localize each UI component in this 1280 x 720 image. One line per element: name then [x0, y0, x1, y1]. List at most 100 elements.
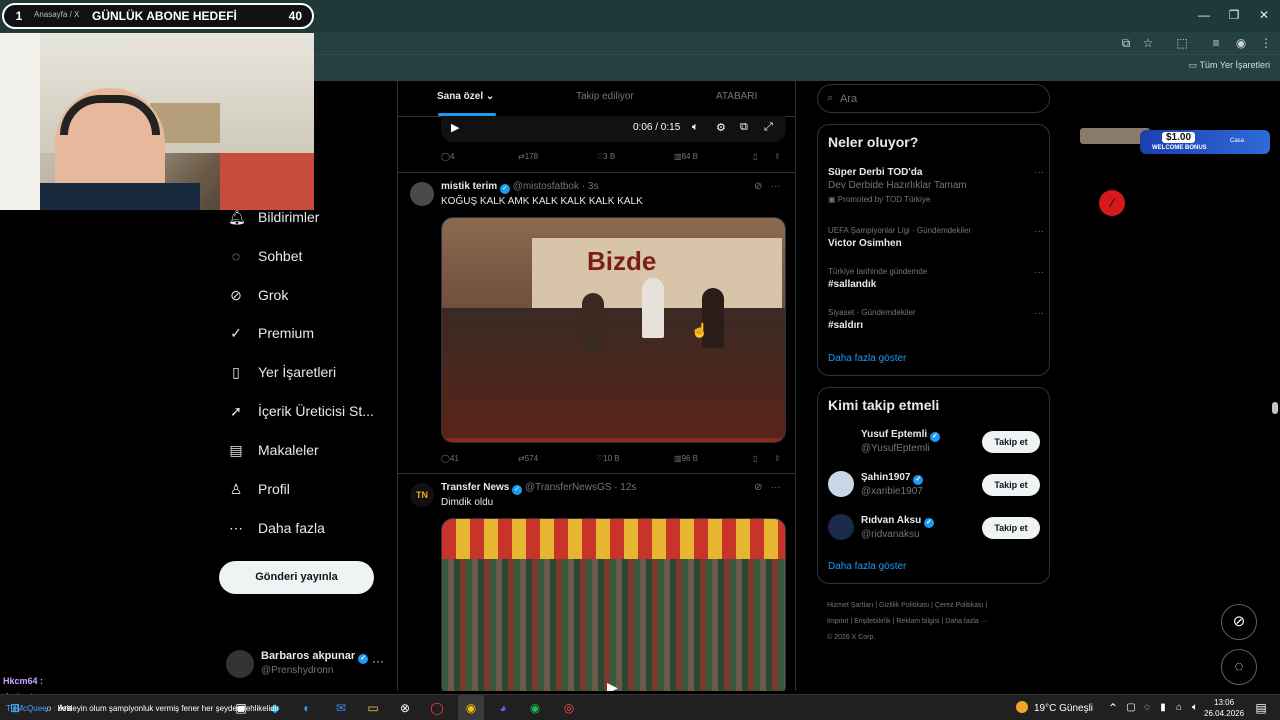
- nav-label: İçerik Üreticisi St...: [258, 403, 374, 419]
- follow-suggestion[interactable]: Yusuf Eptemli ✓ @YusufEptemli Takip et: [828, 428, 1040, 456]
- reply-button[interactable]: ◯ 41: [441, 454, 459, 463]
- bookmark-icon[interactable]: ▯: [753, 152, 757, 161]
- repost-button[interactable]: ⇄ 574: [518, 454, 538, 463]
- nav-more[interactable]: ⋯ Daha fazla: [228, 516, 325, 540]
- discord-icon[interactable]: ◕: [494, 700, 512, 716]
- star-icon[interactable]: ☆: [1140, 35, 1156, 51]
- more-icon[interactable]: ···: [372, 654, 384, 668]
- tweet-time[interactable]: · 3s: [582, 181, 599, 192]
- nav-notifications[interactable]: 🔔︎ Bildirimler: [228, 205, 319, 229]
- bookmark-icon[interactable]: ▯: [753, 454, 757, 463]
- trend-item[interactable]: Süper Derbi TOD'da Dev Derbide Hazırlıkl…: [828, 167, 1044, 204]
- video-player[interactable]: ▶ 0:06 / 0:15 🔈︎ ⚙ ⧉ ⤢: [441, 116, 786, 142]
- account-switcher[interactable]: Barbaros akpunar ✓ @Prenshydronn ···: [226, 648, 386, 682]
- opera-icon[interactable]: ◯: [428, 700, 446, 716]
- follow-suggestion[interactable]: Rıdvan Aksu ✓ @ridvanaksu Takip et: [828, 514, 1040, 542]
- clock[interactable]: 13:06 26.04.2026: [1204, 697, 1244, 719]
- follow-button[interactable]: Takip et: [982, 474, 1040, 496]
- like-button[interactable]: ♡ 3 B: [596, 152, 615, 161]
- close-icon[interactable]: ✕: [1254, 6, 1274, 24]
- like-button[interactable]: ♡ 10 B: [596, 454, 620, 463]
- grok-icon[interactable]: ⊘: [754, 482, 762, 493]
- restore-icon[interactable]: ❐: [1224, 6, 1244, 24]
- more-icon[interactable]: ···: [771, 482, 781, 493]
- tweet-video[interactable]: ▶: [441, 518, 786, 691]
- show-more-link[interactable]: Daha fazla göster: [828, 353, 906, 364]
- volume-icon[interactable]: 🔈︎: [1186, 700, 1204, 716]
- views-button[interactable]: ▥ 84 B: [674, 152, 698, 161]
- play-icon[interactable]: ▶: [607, 679, 618, 691]
- share-icon[interactable]: ⇪: [774, 152, 781, 161]
- more-icon[interactable]: ···: [1034, 226, 1044, 237]
- menu-icon[interactable]: ⋮: [1258, 35, 1274, 51]
- suggestion-name-row: Şahin1907 ✓: [861, 472, 924, 485]
- more-icon[interactable]: ···: [771, 181, 781, 192]
- more-icon[interactable]: ···: [1034, 308, 1044, 319]
- avatar[interactable]: [410, 182, 434, 206]
- tweet-handle[interactable]: @TransferNewsGS: [525, 482, 611, 493]
- install-icon[interactable]: ⧉: [1118, 35, 1134, 51]
- more-icon[interactable]: ···: [1034, 267, 1044, 278]
- nav-grok[interactable]: ⊘ Grok: [228, 283, 288, 307]
- trend-item[interactable]: Türkiye tarihinde gündemde #sallandık ··…: [828, 267, 1044, 290]
- tweet-time[interactable]: · 12s: [614, 482, 636, 493]
- extensions-icon[interactable]: ⬚: [1174, 35, 1190, 51]
- spotify-icon[interactable]: ◉: [526, 700, 544, 716]
- play-icon[interactable]: ▶: [451, 121, 459, 134]
- nav-creator-studio[interactable]: ➚ İçerik Üreticisi St...: [228, 399, 374, 423]
- show-more-link[interactable]: Daha fazla göster: [828, 561, 906, 572]
- reply-button[interactable]: ◯ 4: [441, 152, 454, 161]
- follow-suggestion[interactable]: Şahin1907 ✓ @xaribie1907 Takip et: [828, 471, 1040, 499]
- post-button[interactable]: Gönderi yayınla: [219, 561, 374, 594]
- follow-button[interactable]: Takip et: [982, 431, 1040, 453]
- tweet-handle[interactable]: @mistosfatbok: [513, 181, 579, 192]
- tweet-author[interactable]: Transfer News: [441, 482, 509, 493]
- grok-icon[interactable]: ⊘: [754, 181, 762, 192]
- trend-title: Victor Osimhen: [828, 238, 902, 249]
- chevron-up-icon[interactable]: ⌃: [1104, 700, 1122, 716]
- weather-widget[interactable]: 19°C Güneşli: [1016, 701, 1093, 714]
- minimize-icon[interactable]: —: [1194, 6, 1214, 24]
- pip-icon[interactable]: ⧉: [740, 121, 748, 134]
- repost-button[interactable]: ⇄ 178: [518, 152, 538, 161]
- media-icon[interactable]: ≡: [1208, 35, 1224, 51]
- profile-icon[interactable]: ◉: [1233, 35, 1249, 51]
- nav-articles[interactable]: ▤ Makaleler: [228, 438, 318, 462]
- nav-premium[interactable]: ✓ Premium: [228, 321, 314, 345]
- tweet-text: Dimdik oldu: [441, 497, 494, 508]
- obs-icon[interactable]: ◎: [560, 700, 578, 716]
- messages-icon[interactable]: ◌: [1221, 649, 1257, 685]
- xbox-icon[interactable]: ⊗: [396, 700, 414, 716]
- scrollbar-thumb[interactable]: [1272, 402, 1278, 414]
- browser-tab-title[interactable]: Anasayfa / X: [34, 10, 79, 19]
- edge-icon[interactable]: ◐: [298, 700, 316, 716]
- grok-icon[interactable]: ⊘: [1221, 604, 1257, 640]
- settings-icon[interactable]: ⚙: [716, 121, 726, 134]
- volume-icon[interactable]: 🔈︎: [692, 121, 699, 134]
- tab-for-you[interactable]: Sana özel ⌄: [437, 91, 494, 102]
- follow-button[interactable]: Takip et: [982, 517, 1040, 539]
- tab-following[interactable]: Takip ediliyor: [576, 91, 634, 102]
- chrome-icon[interactable]: ◉: [462, 700, 480, 716]
- folder-icon[interactable]: ▭: [364, 700, 382, 716]
- nav-chat[interactable]: ◌ Sohbet: [228, 244, 303, 268]
- fullscreen-icon[interactable]: ⤢: [764, 121, 773, 134]
- footer-line[interactable]: Imprint | Erişilebilirlik | Reklam bilgi…: [827, 614, 1047, 630]
- share-icon[interactable]: ⇪: [774, 454, 781, 463]
- views-button[interactable]: ▥ 96 B: [674, 454, 698, 463]
- trend-item[interactable]: Siyaset · Gündemdekiler #saldırı ···: [828, 308, 1044, 331]
- ad-banner[interactable]: $1.00 WELCOME BONUS Casa: [1080, 118, 1270, 162]
- footer-line[interactable]: Hizmet Şartları | Gizlilik Politikası | …: [827, 598, 1047, 614]
- nav-bookmarks[interactable]: ▯ Yer İşaretleri: [228, 360, 336, 384]
- more-icon[interactable]: ···: [1034, 167, 1044, 178]
- trend-item[interactable]: UEFA Şampiyonlar Ligi · Gündemdekiler Vi…: [828, 226, 1044, 249]
- notifications-icon[interactable]: ▤: [1252, 700, 1270, 716]
- search-input[interactable]: ⌕ Ara: [817, 84, 1050, 113]
- tab-list[interactable]: ATABARI: [716, 91, 757, 102]
- mail-icon[interactable]: ✉: [332, 700, 350, 716]
- tweet-author[interactable]: mistik terim: [441, 181, 497, 192]
- nav-profile[interactable]: ♙ Profil: [228, 477, 290, 501]
- tweet-video[interactable]: Bizde: [441, 217, 786, 443]
- all-bookmarks[interactable]: ▭ Tüm Yer İşaretleri: [1189, 60, 1270, 71]
- avatar[interactable]: TN: [410, 483, 434, 507]
